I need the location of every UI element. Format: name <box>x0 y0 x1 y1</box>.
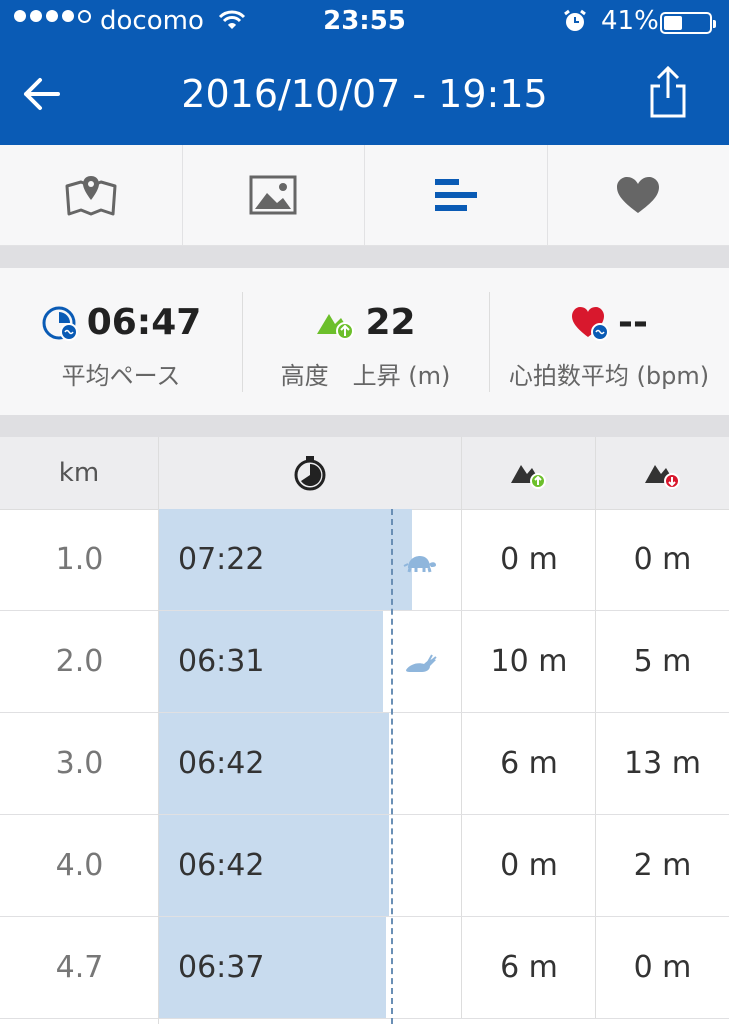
split-elevation-gain: 10 m <box>490 644 568 679</box>
elevation-gain-label: 高度 上昇 (m) <box>280 362 451 390</box>
split-km: 4.7 <box>55 950 104 985</box>
split-elevation-loss: 5 m <box>633 644 692 679</box>
pace-summary: 06:47 平均ペース <box>0 268 242 415</box>
share-icon <box>650 65 686 118</box>
average-heart-rate-label: 心拍数平均 (bpm) <box>508 362 710 390</box>
split-row[interactable]: 3.0 06:42 6 m 13 m <box>0 713 729 815</box>
split-pace-cell: 06:31 <box>159 611 462 712</box>
column-divider <box>158 509 159 1024</box>
split-pace-cell: 07:22 <box>159 509 462 610</box>
heart-rate-icon <box>572 306 610 341</box>
elevation-summary: 22 高度 上昇 (m) <box>242 268 489 415</box>
split-km: 4.0 <box>55 848 104 883</box>
average-pace-line <box>391 509 393 1024</box>
battery-icon <box>660 12 716 34</box>
tab-heart-rate[interactable] <box>548 145 729 245</box>
elevation-gain-column-header <box>462 437 596 509</box>
page-title: 2016/10/07 - 19:15 <box>181 72 548 116</box>
split-pace: 06:31 <box>178 644 265 679</box>
split-elevation-gain: 0 m <box>500 848 558 883</box>
nav-bar: 2016/10/07 - 19:15 <box>0 46 729 145</box>
summary-panel: 06:47 平均ペース 22 高度 上昇 (m) -- 心拍数平均 (bpm) <box>0 268 729 415</box>
km-column-header: km <box>0 437 159 509</box>
split-elevation-loss: 13 m <box>624 746 701 781</box>
tab-splits[interactable] <box>365 145 548 245</box>
elevation-loss-icon <box>644 465 680 489</box>
section-divider <box>0 246 729 268</box>
tab-map[interactable] <box>0 145 183 245</box>
turtle-icon <box>402 547 438 582</box>
average-heart-rate-value: -- <box>618 302 648 343</box>
split-elevation-loss: 0 m <box>633 950 692 985</box>
split-pace-cell: 06:42 <box>159 815 462 916</box>
status-bar: docomo 23:55 41% <box>0 0 729 46</box>
splits-header: km <box>0 437 729 510</box>
pace-column-header <box>159 437 462 509</box>
split-pace: 06:42 <box>178 848 265 883</box>
rabbit-icon <box>402 649 438 684</box>
elevation-loss-column-header <box>596 437 729 509</box>
split-pace-cell: 06:37 <box>159 917 462 1018</box>
splits-icon <box>434 179 477 211</box>
splits-table: km 1.0 07:22 0 m 0 m 2.0 06:31 10 m 5 m 3.0 06:42… <box>0 437 729 1024</box>
stopwatch-icon <box>294 456 326 491</box>
split-elevation-loss: 0 m <box>633 542 692 577</box>
heart-rate-summary: -- 心拍数平均 (bpm) <box>489 268 729 415</box>
split-elevation-gain: 0 m <box>500 542 558 577</box>
tab-bar <box>0 145 729 246</box>
alarm-icon <box>562 8 588 41</box>
split-pace: 06:37 <box>178 950 265 985</box>
elevation-gain-icon <box>317 313 355 340</box>
image-icon <box>249 175 297 215</box>
split-pace: 07:22 <box>178 542 265 577</box>
share-button[interactable] <box>646 64 690 120</box>
split-elevation-gain: 6 m <box>500 950 558 985</box>
split-row[interactable]: 4.7 06:37 6 m 0 m <box>0 917 729 1019</box>
split-elevation-gain: 6 m <box>500 746 558 781</box>
elevation-gain-icon <box>510 465 546 489</box>
average-pace-value: 06:47 <box>86 302 202 343</box>
split-km: 3.0 <box>55 746 104 781</box>
battery-percent: 41% <box>601 6 659 36</box>
pace-stopwatch-icon <box>42 306 78 341</box>
tab-photos[interactable] <box>183 145 365 245</box>
heart-icon <box>617 177 660 213</box>
map-icon <box>65 176 117 216</box>
section-divider <box>0 415 729 437</box>
split-row[interactable]: 2.0 06:31 10 m 5 m <box>0 611 729 713</box>
split-pace-cell: 06:42 <box>159 713 462 814</box>
split-pace: 06:42 <box>178 746 265 781</box>
app-header: docomo 23:55 41% 2016/10/07 - 19:15 <box>0 0 729 145</box>
split-elevation-loss: 2 m <box>633 848 692 883</box>
split-km: 1.0 <box>55 542 104 577</box>
average-pace-label: 平均ペース <box>61 362 181 390</box>
split-row[interactable]: 1.0 07:22 0 m 0 m <box>0 509 729 611</box>
split-km: 2.0 <box>55 644 104 679</box>
elevation-gain-value: 22 <box>365 302 416 343</box>
split-row[interactable]: 4.0 06:42 0 m 2 m <box>0 815 729 917</box>
